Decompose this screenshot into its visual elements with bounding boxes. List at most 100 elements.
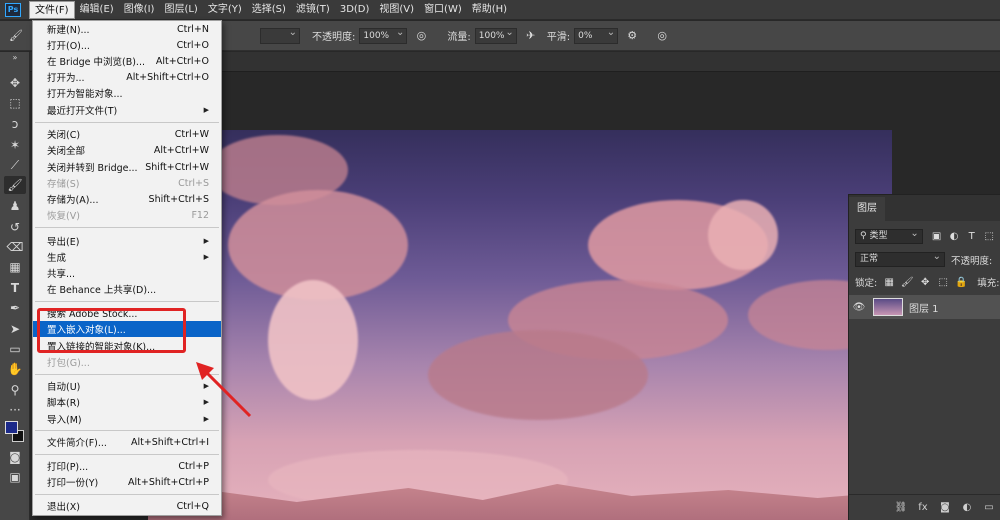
lock-row: 锁定: ▦ 🖌 ✥ ⬚ 🔒 填充:: [849, 275, 1000, 290]
lock-artboard-icon[interactable]: ⬚: [937, 276, 949, 288]
lasso-tool-icon[interactable]: ↄ: [4, 115, 26, 133]
menu-item-open[interactable]: 打开(O)... Ctrl+O: [33, 37, 221, 53]
pen-tool-icon[interactable]: ✒: [4, 299, 26, 317]
hand-tool-icon[interactable]: ✋: [4, 360, 26, 378]
menu-item-share-behance[interactable]: 在 Behance 上共享(D)...: [33, 281, 221, 297]
fx-icon[interactable]: fx: [915, 502, 931, 513]
menu-item-save-as[interactable]: 存储为(A)... Shift+Ctrl+S: [33, 191, 221, 207]
lock-pixels-icon[interactable]: 🖌: [901, 276, 914, 288]
zoom-tool-icon[interactable]: ⚲: [4, 381, 26, 399]
menu-item-new[interactable]: 新建(N)... Ctrl+N: [33, 21, 221, 37]
blend-mode-dropdown[interactable]: 正常: [855, 250, 945, 267]
menu-item-open-as[interactable]: 打开为... Alt+Shift+Ctrl+O: [33, 69, 221, 85]
brush-tool-icon[interactable]: 🖌: [4, 176, 26, 194]
history-brush-icon[interactable]: ↺: [4, 218, 26, 236]
menu-image[interactable]: 图像(I): [119, 1, 160, 19]
menu-layer[interactable]: 图层(L): [159, 1, 202, 19]
blend-row: 正常 不透明度:: [849, 250, 1000, 267]
submenu-arrow-icon: ▶: [203, 237, 209, 245]
menu-separator: [35, 430, 219, 431]
menu-item-open-smart-object[interactable]: 打开为智能对象...: [33, 85, 221, 101]
path-select-icon[interactable]: ➤: [4, 320, 26, 338]
menu-type[interactable]: 文字(Y): [203, 1, 247, 19]
lock-all-icon[interactable]: 🔒: [955, 276, 967, 288]
menu-item-close-all[interactable]: 关闭全部 Alt+Ctrl+W: [33, 142, 221, 158]
layer-opacity-label: 不透明度:: [951, 255, 993, 267]
mode-dropdown[interactable]: [260, 26, 300, 44]
visibility-eye-icon[interactable]: 👁: [849, 302, 869, 313]
opacity-field[interactable]: 100%: [359, 26, 408, 44]
adjustment-filter-icon[interactable]: ◐: [948, 231, 960, 243]
lock-position-icon[interactable]: ✥: [919, 276, 931, 288]
screen-mode-icon[interactable]: ▣: [4, 468, 26, 486]
flow-field[interactable]: 100%: [474, 26, 517, 44]
cloud: [708, 200, 778, 270]
tab-layers[interactable]: 图层: [849, 197, 885, 221]
lock-transparent-icon[interactable]: ▦: [883, 276, 895, 288]
layer-name[interactable]: 图层 1: [909, 300, 939, 315]
layer-thumbnail: [873, 298, 903, 316]
magic-wand-icon[interactable]: ✶: [4, 136, 26, 154]
type-filter-icon[interactable]: T: [966, 231, 978, 243]
move-tool-icon[interactable]: ✥: [4, 74, 26, 92]
quick-mask-icon[interactable]: ◙: [4, 448, 26, 466]
menu-item-close-go-bridge[interactable]: 关闭并转到 Bridge... Shift+Ctrl+W: [33, 159, 221, 175]
menu-filter[interactable]: 滤镜(T): [291, 1, 335, 19]
fill-label: 填充:: [977, 278, 1000, 289]
smooth-label: 平滑:: [546, 32, 571, 43]
layers-panel-header: 图层: [849, 195, 1000, 221]
cloud: [268, 280, 358, 400]
menu-item-browse-bridge[interactable]: 在 Bridge 中浏览(B)... Alt+Ctrl+O: [33, 53, 221, 69]
menu-item-generate[interactable]: 生成 ▶: [33, 249, 221, 265]
menu-item-save[interactable]: 存储(S) Ctrl+S: [33, 175, 221, 191]
shape-filter-icon[interactable]: ⬚: [983, 231, 995, 243]
pressure-size-icon[interactable]: ◎: [654, 28, 670, 44]
smooth-field[interactable]: 0%: [574, 26, 619, 44]
menu-separator: [35, 301, 219, 302]
menu-item-recent-files[interactable]: 最近打开文件(T) ▶: [33, 102, 221, 118]
gradient-tool-icon[interactable]: ▦: [4, 258, 26, 276]
menu-item-print[interactable]: 打印(P)... Ctrl+P: [33, 458, 221, 474]
collapse-icon[interactable]: »: [4, 52, 26, 62]
link-layers-icon[interactable]: ⛓: [893, 502, 909, 513]
menu-window[interactable]: 窗口(W): [419, 1, 467, 19]
gear-icon[interactable]: ⚙: [624, 28, 640, 44]
tools-panel: » ✥ ⬚ ↄ ✶ ⟋ 🖌 ♟ ↺ ⌫ ▦ T ✒ ➤ ▭ ✋ ⚲ ··· ◙ …: [0, 52, 30, 520]
type-tool-icon[interactable]: T: [4, 279, 26, 297]
layer-row[interactable]: 👁 图层 1: [849, 295, 1000, 319]
layer-filter-dropdown[interactable]: ⚲ 类型: [855, 227, 923, 244]
brush-preset-icon[interactable]: 🖌: [8, 28, 24, 44]
adjustment-layer-icon[interactable]: ◐: [959, 502, 975, 513]
pressure-opacity-icon[interactable]: ◎: [413, 28, 429, 44]
menu-help[interactable]: 帮助(H): [467, 1, 512, 19]
menu-item-export[interactable]: 导出(E) ▶: [33, 233, 221, 249]
menu-select[interactable]: 选择(S): [247, 1, 291, 19]
menu-item-file-info[interactable]: 文件简介(F)... Alt+Shift+Ctrl+I: [33, 434, 221, 450]
layers-footer: ⛓ fx ◙ ◐ ▭: [849, 494, 1000, 520]
canvas-image[interactable]: [148, 130, 892, 520]
menu-item-exit[interactable]: 退出(X) Ctrl+Q: [33, 498, 221, 514]
file-menu-dropdown: 新建(N)... Ctrl+N 打开(O)... Ctrl+O 在 Bridge 中…: [32, 20, 222, 516]
stamp-tool-icon[interactable]: ♟: [4, 197, 26, 215]
lock-label: 锁定:: [855, 278, 878, 289]
menu-3d[interactable]: 3D(D): [335, 1, 375, 19]
photoshop-logo: Ps: [5, 2, 21, 17]
menu-item-close[interactable]: 关闭(C) Ctrl+W: [33, 126, 221, 142]
menu-view[interactable]: 视图(V): [374, 1, 419, 19]
image-filter-icon[interactable]: ▣: [931, 231, 943, 243]
more-tools-icon[interactable]: ···: [4, 401, 26, 419]
marquee-tool-icon[interactable]: ⬚: [4, 94, 26, 112]
menu-item-print-one-copy[interactable]: 打印一份(Y) Alt+Shift+Ctrl+P: [33, 474, 221, 490]
menu-file[interactable]: 文件(F): [29, 0, 75, 19]
rectangle-tool-icon[interactable]: ▭: [4, 340, 26, 358]
eraser-tool-icon[interactable]: ⌫: [4, 238, 26, 256]
eyedropper-icon[interactable]: ⟋: [4, 156, 26, 174]
menu-edit[interactable]: 编辑(E): [75, 1, 119, 19]
airbrush-icon[interactable]: ✈: [523, 28, 539, 44]
new-group-icon[interactable]: ▭: [981, 502, 997, 513]
menu-item-share[interactable]: 共享...: [33, 265, 221, 281]
menu-separator: [35, 122, 219, 123]
add-mask-icon[interactable]: ◙: [937, 502, 953, 513]
menu-item-revert[interactable]: 恢复(V) F12: [33, 207, 221, 223]
foreground-color-swatch[interactable]: [5, 421, 18, 434]
